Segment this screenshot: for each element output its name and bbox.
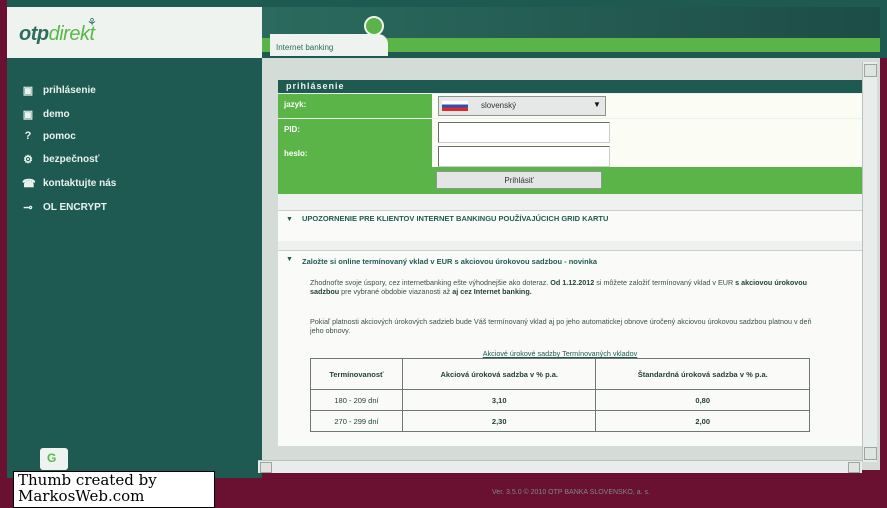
sidebar-item-demo[interactable]: ▣ demo: [22, 108, 70, 121]
sidebar-item-help[interactable]: ? pomoc: [22, 130, 76, 142]
phone-icon: ☎: [22, 178, 36, 190]
horizontal-scrollbar[interactable]: [258, 460, 862, 473]
scroll-left-button[interactable]: [260, 462, 272, 473]
scroll-up-button[interactable]: [864, 64, 877, 77]
key-icon: ⊸: [23, 202, 33, 214]
sidebar-item-label: demo: [43, 109, 70, 120]
table-cell: 2,30: [401, 410, 597, 432]
sidebar-item-login[interactable]: ▣ prihlásenie: [22, 84, 96, 97]
notice-grid-card[interactable]: ▼ UPOZORNENIE PRE KLIENTOV INTERNET BANK…: [278, 210, 863, 241]
footer-version: Ver. 3.5.0 © 2010 OTP BANKA SLOVENSKO, a…: [492, 489, 650, 496]
password-row: heslo:: [278, 143, 863, 168]
scroll-down-button[interactable]: [864, 447, 877, 460]
chevron-down-icon: ▼: [593, 100, 601, 109]
table-row: 180 - 209 dní 3,10 0,80: [310, 389, 810, 411]
notice-paragraph: Zhodnoťte svoje úspory, cez internetbank…: [310, 278, 808, 296]
login-header: prihlásenie: [278, 80, 863, 93]
language-select[interactable]: slovenský ▼: [438, 96, 606, 116]
gear-icon: ⚙: [23, 154, 33, 166]
sidebar-item-label: pomoc: [43, 130, 76, 142]
pid-label: PID:: [284, 125, 300, 134]
square-icon: ▣: [22, 109, 34, 121]
login-title: prihlásenie: [286, 81, 345, 91]
square-icon: ▣: [22, 85, 34, 97]
triangle-icon: ▼: [286, 256, 293, 263]
question-icon: ?: [24, 130, 32, 142]
sidebar-item-label: prihlásenie: [43, 85, 96, 96]
table-header: Štandardná úroková sadzba v % p.a.: [595, 358, 810, 390]
tab-internet-banking[interactable]: Internet banking: [270, 16, 388, 56]
rates-table-caption[interactable]: Akciové úrokové sadzby Termínovaných vkl…: [310, 349, 810, 358]
sidebar-item-label: kontaktujte nás: [43, 178, 117, 189]
otp-small-logo-icon: G: [40, 448, 68, 470]
table-header-row: Termínovanosť Akciová úroková sadzba v %…: [310, 358, 810, 390]
otp-logo[interactable]: otpdirekt: [19, 23, 95, 46]
pid-input[interactable]: [438, 122, 610, 143]
password-input[interactable]: [438, 146, 610, 167]
tab-label: Internet banking: [276, 43, 334, 52]
vertical-scrollbar[interactable]: [862, 62, 877, 462]
language-value: slovenský: [481, 101, 517, 110]
logo-emblem-icon: ⚘: [87, 17, 97, 29]
table-cell: 270 - 299 dní: [310, 410, 403, 432]
table-cell: 0,80: [595, 389, 810, 411]
submit-bar: Prihlásiť: [278, 167, 863, 194]
logo-area: otpdirekt ⚘: [7, 7, 262, 59]
sidebar-item-contact[interactable]: ☎ kontaktujte nás: [22, 177, 116, 190]
language-row: jazyk: slovenský ▼: [278, 94, 863, 119]
sidebar-item-security[interactable]: ⚙ bezpečnosť: [22, 153, 99, 166]
table-cell: 3,10: [401, 389, 597, 411]
globe-icon: [364, 16, 384, 36]
password-label: heslo:: [284, 149, 308, 158]
sidebar: [7, 58, 262, 478]
table-header: Akciová úroková sadzba v % p.a.: [401, 358, 597, 390]
language-label: jazyk:: [284, 100, 307, 109]
table-row: 270 - 299 dní 2,30 2,00: [310, 410, 810, 432]
watermark: Thumb created by MarkosWeb.com: [13, 471, 215, 508]
notice-title: UPOZORNENIE PRE KLIENTOV INTERNET BANKIN…: [302, 214, 609, 223]
slovak-flag-icon: [442, 101, 468, 111]
sidebar-item-ol-encrypt[interactable]: ⊸ OL ENCRYPT: [22, 201, 107, 214]
table-cell: 180 - 209 dní: [310, 389, 403, 411]
table-header: Termínovanosť: [310, 358, 403, 390]
notice-paragraph: Pokiaľ platnosti akciových úrokových sad…: [310, 317, 812, 335]
sidebar-item-label: bezpečnosť: [43, 154, 100, 165]
sidebar-item-label: OL ENCRYPT: [43, 202, 107, 213]
scroll-right-button[interactable]: [848, 462, 860, 473]
triangle-icon: ▼: [286, 216, 293, 223]
notice-title: Založte si online termínovaný vklad v EU…: [302, 257, 598, 266]
pid-row: PID:: [278, 119, 863, 144]
rates-table: Termínovanosť Akciová úroková sadzba v %…: [310, 358, 810, 432]
login-button[interactable]: Prihlásiť: [436, 171, 602, 189]
table-cell: 2,00: [595, 410, 810, 432]
